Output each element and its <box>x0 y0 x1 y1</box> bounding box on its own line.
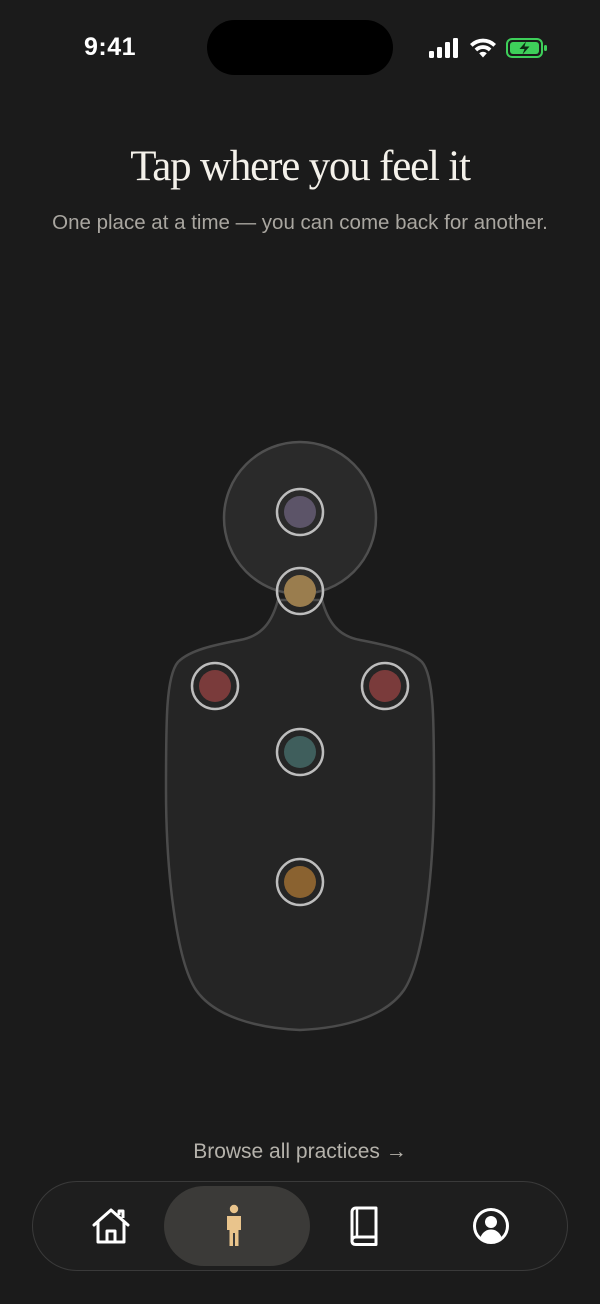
tap-point-left-shoulder[interactable] <box>190 661 240 711</box>
tap-point-right-shoulder-dot <box>369 670 401 702</box>
body-map <box>164 440 436 1032</box>
body-icon <box>227 1204 241 1246</box>
tab-home[interactable] <box>41 1182 181 1269</box>
home-icon <box>92 1208 130 1243</box>
page-subtitle: One place at a time — you can come back … <box>52 211 548 234</box>
tap-point-throat[interactable] <box>275 566 325 616</box>
status-time: 9:41 <box>84 33 137 61</box>
tap-point-belly-dot <box>284 866 316 898</box>
tap-point-left-shoulder-dot <box>199 670 231 702</box>
tap-point-right-shoulder[interactable] <box>360 661 410 711</box>
tab-bar <box>32 1181 568 1271</box>
battery-icon <box>506 38 547 58</box>
tap-point-throat-dot <box>284 575 316 607</box>
cellular-signal-icon <box>429 38 458 58</box>
tap-point-chest[interactable] <box>275 727 325 777</box>
page-title: Tap where you feel it <box>130 143 471 190</box>
browse-all-practices-link[interactable]: Browse all practices → <box>0 1140 600 1164</box>
tab-profile[interactable] <box>421 1182 561 1269</box>
status-icons <box>428 37 548 59</box>
tab-body[interactable] <box>164 1182 310 1269</box>
tap-point-belly[interactable] <box>275 857 325 907</box>
dynamic-island <box>207 20 393 75</box>
tap-point-chest-dot <box>284 736 316 768</box>
tap-point-head-dot <box>284 496 316 528</box>
profile-icon <box>473 1207 509 1244</box>
tap-point-head[interactable] <box>275 487 325 537</box>
tab-library[interactable] <box>294 1182 434 1269</box>
book-icon <box>350 1206 378 1246</box>
wifi-icon <box>470 38 496 58</box>
